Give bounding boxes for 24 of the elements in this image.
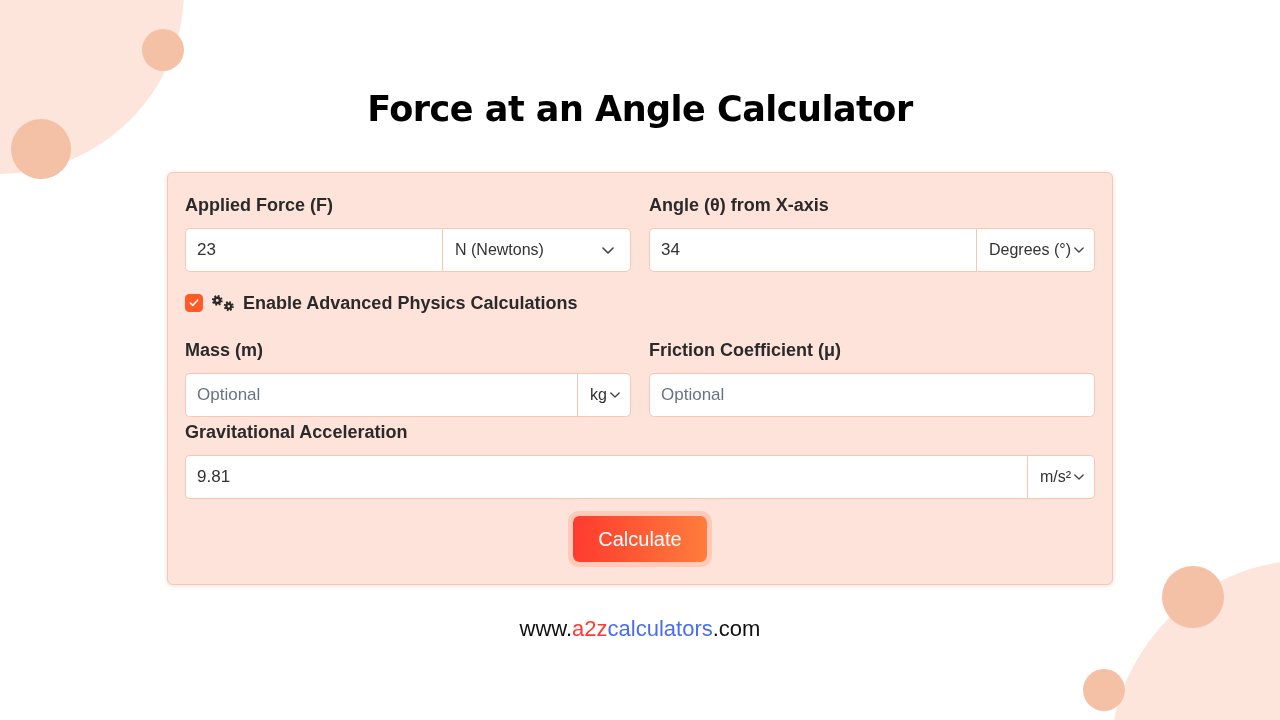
chevron-icon <box>1074 247 1084 253</box>
friction-input[interactable]: Optional <box>649 373 1095 417</box>
angle-input[interactable]: 34 <box>649 228 976 272</box>
field-label: Applied Force (F) <box>185 194 333 216</box>
checkmark-icon <box>189 299 199 307</box>
checkbox[interactable] <box>185 294 203 312</box>
field-label: Angle (θ) from X-axis <box>649 194 829 216</box>
checkbox-label: Enable Advanced Physics Calculations <box>243 292 578 314</box>
chevron-icon <box>1074 474 1084 480</box>
website-url: www.a2zcalculators.com <box>519 617 761 641</box>
force-input[interactable]: 23 <box>185 228 442 272</box>
unit-dropdown[interactable]: kg <box>577 373 631 417</box>
gears-icon <box>211 294 235 312</box>
mass-input[interactable]: Optional <box>185 373 578 417</box>
gravity-input[interactable]: 9.81 <box>185 455 1027 499</box>
chevron-icon <box>602 246 614 254</box>
page-title: Force at an Angle Calculator <box>367 88 913 131</box>
chevron-icon <box>610 392 620 398</box>
unit-dropdown[interactable]: Degrees (°) <box>976 228 1095 272</box>
unit-dropdown[interactable]: m/s² <box>1026 455 1095 499</box>
field-label: Mass (m) <box>185 339 264 361</box>
field-label: Friction Coefficient (μ) <box>649 339 841 361</box>
unit-dropdown[interactable]: N (Newtons) <box>442 228 631 272</box>
field-label: Gravitational Acceleration <box>185 421 408 443</box>
